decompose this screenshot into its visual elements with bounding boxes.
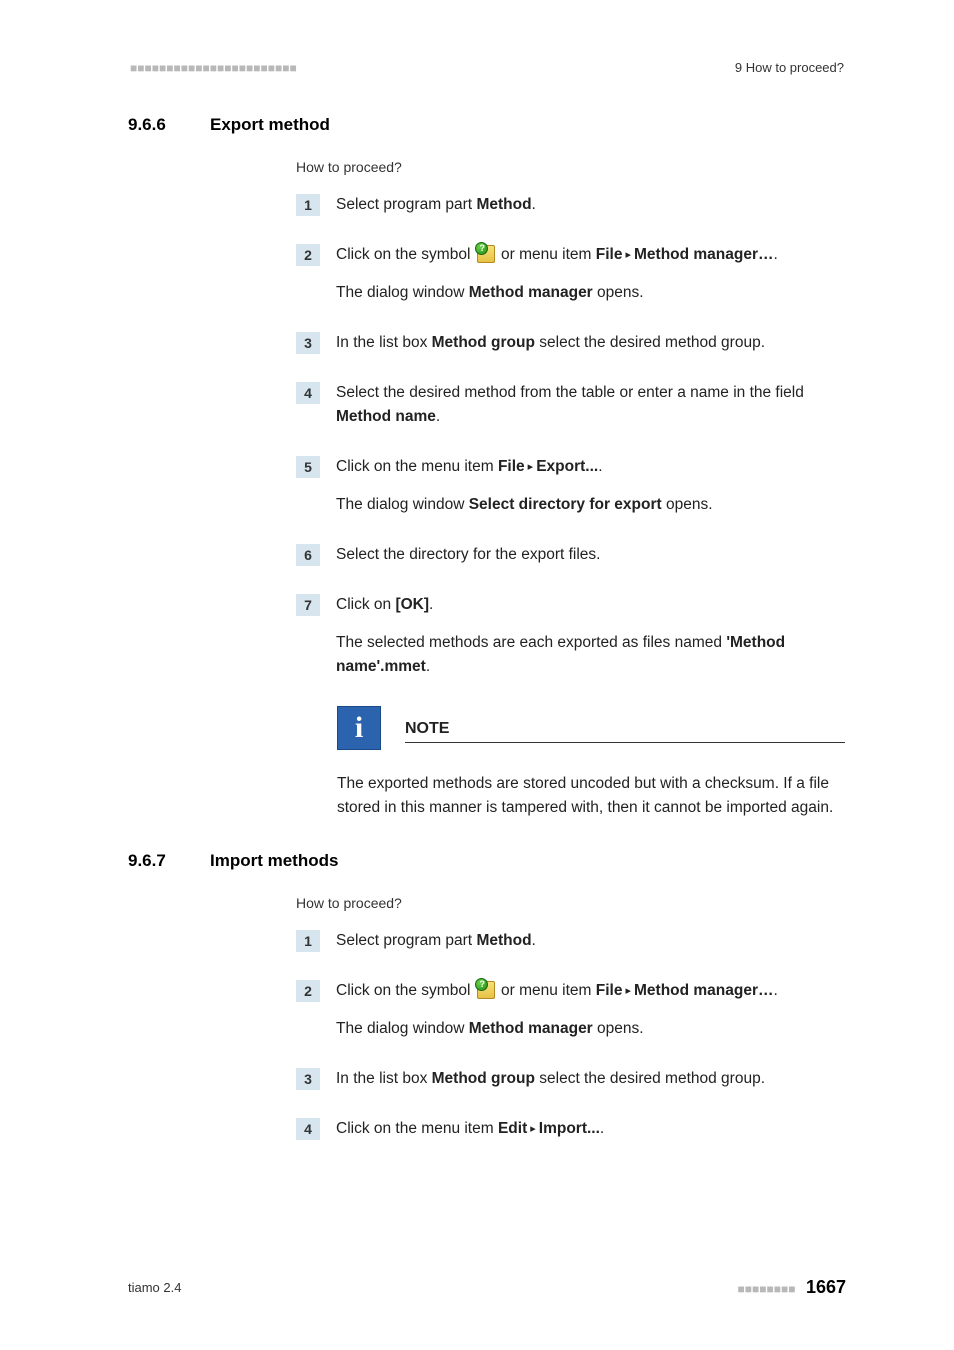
step: 6 Select the directory for the export fil… [296, 543, 846, 567]
submenu-arrow-icon: ▸ [528, 459, 534, 476]
step-number: 1 [296, 930, 320, 952]
step-paragraph: The dialog window Method manager opens. [336, 281, 778, 305]
step: 7 Click on [OK]. The selected methods are … [296, 593, 846, 679]
steps-list: 1 Select program part Method. 2 Click on th… [296, 929, 846, 1141]
step-paragraph: Click on the symbol or menu item File▸Me… [336, 243, 778, 267]
step-number: 4 [296, 382, 320, 404]
page-number: 1667 [806, 1277, 846, 1297]
header-dots: ■■■■■■■■■■■■■■■■■■■■■■■ [130, 61, 297, 75]
step-body: Click on the symbol or menu item File▸Me… [336, 979, 778, 1041]
step: 4 Click on the menu item Edit▸Import.... [296, 1117, 846, 1141]
step: 4 Select the desired method from the tabl… [296, 381, 846, 429]
steps-list: 1 Select program part Method. 2 Click on th… [296, 193, 846, 679]
note-title-wrap: NOTE [405, 714, 845, 743]
step-number: 5 [296, 456, 320, 478]
note-block: i NOTE The exported methods are stored unc… [336, 705, 846, 821]
step: 1 Select program part Method. [296, 929, 846, 953]
note-title: NOTE [405, 720, 845, 743]
step: 3 In the list box Method group select the… [296, 1067, 846, 1091]
step-body: In the list box Method group select the … [336, 331, 765, 355]
step-number: 7 [296, 594, 320, 616]
step-paragraph: Select the directory for the export file… [336, 543, 600, 567]
step-paragraph: Select program part Method. [336, 193, 536, 217]
footer-right-wrap: ■■■■■■■■ 1667 [738, 1277, 846, 1298]
header-right: 9 How to proceed? [735, 60, 844, 75]
sections-container: 9.6.6Export method How to proceed? 1 Select… [0, 115, 954, 1141]
step-number: 3 [296, 1068, 320, 1090]
step-paragraph: In the list box Method group select the … [336, 1067, 765, 1091]
step: 2 Click on the symbol or menu item File▸M… [296, 979, 846, 1041]
step-paragraph: The selected methods are each exported a… [336, 631, 846, 679]
step-body: Click on the menu item File▸Export.... Th… [336, 455, 713, 517]
step-body: Select program part Method. [336, 929, 536, 953]
step-body: Select the desired method from the table… [336, 381, 846, 429]
submenu-arrow-icon: ▸ [530, 1121, 536, 1138]
section-number: 9.6.7 [128, 851, 210, 871]
step-body: In the list box Method group select the … [336, 1067, 765, 1091]
step-body: Select the directory for the export file… [336, 543, 600, 567]
step-number: 6 [296, 544, 320, 566]
step-body: Click on the menu item Edit▸Import.... [336, 1117, 604, 1141]
section-number: 9.6.6 [128, 115, 210, 135]
step-paragraph: The dialog window Select directory for e… [336, 493, 713, 517]
submenu-arrow-icon: ▸ [625, 983, 631, 1000]
step-paragraph: Select the desired method from the table… [336, 381, 846, 429]
step-body: Select program part Method. [336, 193, 536, 217]
step-number: 1 [296, 194, 320, 216]
note-head: i NOTE [337, 706, 845, 750]
footer: tiamo 2.4 ■■■■■■■■ 1667 [0, 1277, 954, 1298]
step-paragraph: Click on the menu item Edit▸Import.... [336, 1117, 604, 1141]
step-number: 2 [296, 244, 320, 266]
step-paragraph: Click on the menu item File▸Export.... [336, 455, 713, 479]
step-paragraph: In the list box Method group select the … [336, 331, 765, 355]
step: 3 In the list box Method group select the… [296, 331, 846, 355]
step-number: 2 [296, 980, 320, 1002]
section-heading-export: 9.6.6Export method [0, 115, 954, 135]
footer-dots: ■■■■■■■■ [738, 1282, 796, 1296]
note-text: The exported methods are stored uncoded … [337, 772, 845, 820]
footer-product: tiamo 2.4 [128, 1280, 181, 1295]
step: 2 Click on the symbol or menu item File▸M… [296, 243, 846, 305]
step-body: Click on [OK]. The selected methods are e… [336, 593, 846, 679]
step: 5 Click on the menu item File▸Export.... T… [296, 455, 846, 517]
step-body: Click on the symbol or menu item File▸Me… [336, 243, 778, 305]
submenu-arrow-icon: ▸ [625, 247, 631, 264]
section-intro: How to proceed? [296, 159, 846, 175]
step-paragraph: Click on the symbol or menu item File▸Me… [336, 979, 778, 1003]
section-title: Export method [210, 115, 330, 135]
header-bar: ■■■■■■■■■■■■■■■■■■■■■■■ 9 How to proceed… [0, 60, 954, 75]
step-number: 4 [296, 1118, 320, 1140]
method-manager-icon [477, 981, 495, 999]
step: 1 Select program part Method. [296, 193, 846, 217]
section-title: Import methods [210, 851, 338, 871]
page: ■■■■■■■■■■■■■■■■■■■■■■■ 9 How to proceed… [0, 0, 954, 1350]
section-intro: How to proceed? [296, 895, 846, 911]
step-paragraph: Select program part Method. [336, 929, 536, 953]
section-heading-import: 9.6.7Import methods [0, 851, 954, 871]
step-paragraph: Click on [OK]. [336, 593, 846, 617]
info-icon: i [337, 706, 381, 750]
step-number: 3 [296, 332, 320, 354]
step-paragraph: The dialog window Method manager opens. [336, 1017, 778, 1041]
method-manager-icon [477, 245, 495, 263]
